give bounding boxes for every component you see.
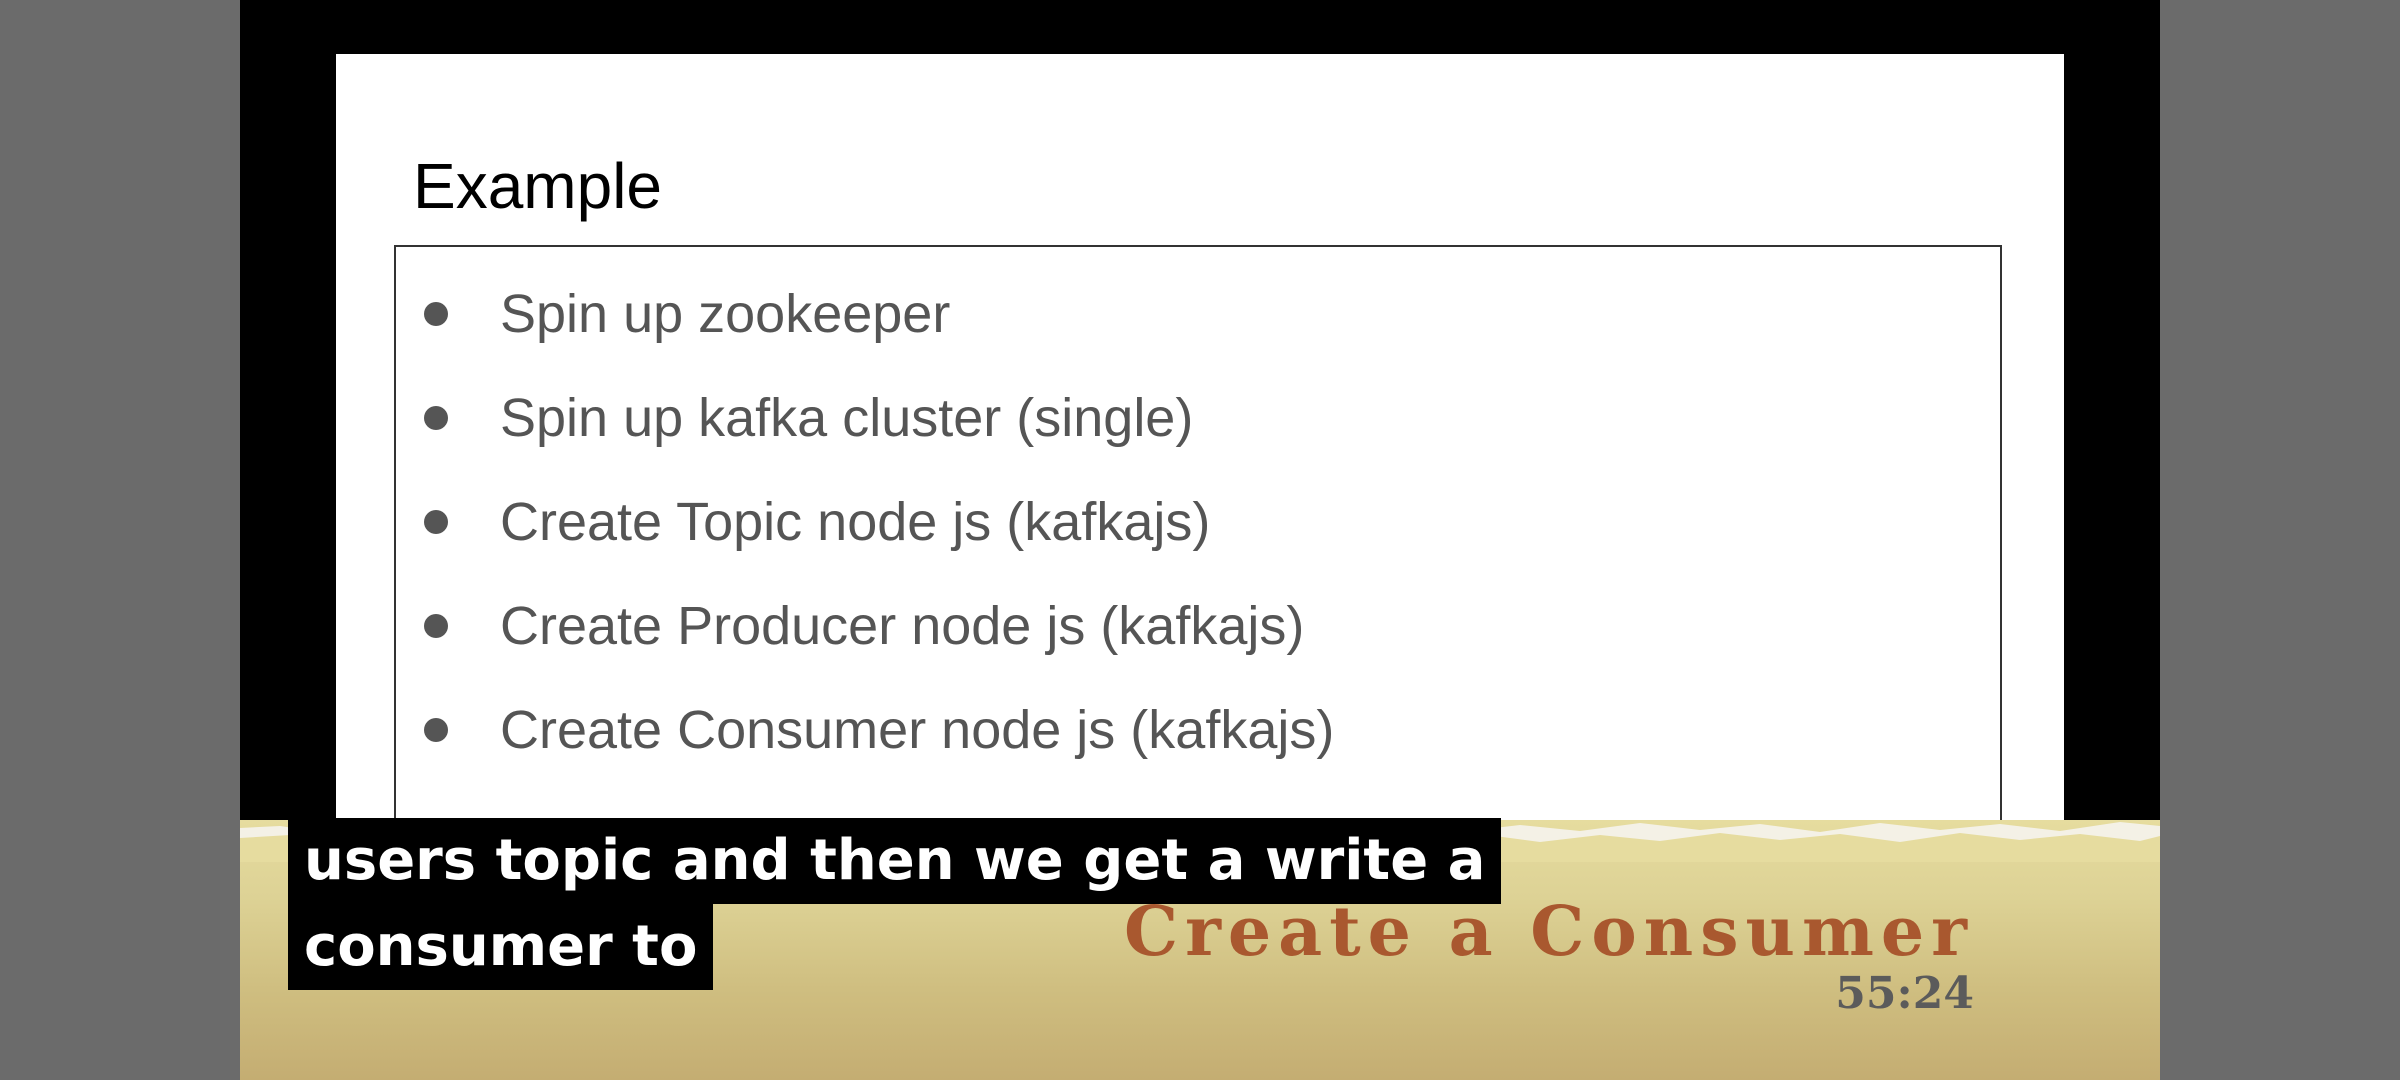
slide-title: Example: [413, 150, 662, 222]
caption-line: users topic and then we get a write a: [288, 818, 1502, 904]
bullet-text: Create Consumer node js (kafkajs): [500, 700, 1335, 760]
bullet-list: Spin up zookeeper Spin up kafka cluster …: [396, 283, 2000, 803]
caption-line: consumer to: [288, 904, 714, 990]
bullet-text: Create Producer node js (kafkajs): [500, 596, 1305, 656]
list-item: Create Consumer node js (kafkajs): [396, 699, 2000, 803]
screen: Example Spin up zookeeper Spin up kafka …: [0, 0, 2400, 1080]
list-item: Spin up zookeeper: [396, 283, 2000, 387]
bullet-text: Spin up zookeeper: [500, 284, 951, 344]
bullet-box: Spin up zookeeper Spin up kafka cluster …: [394, 245, 2002, 885]
presentation-slide: Example Spin up zookeeper Spin up kafka …: [336, 54, 2064, 885]
bullet-text: Spin up kafka cluster (single): [500, 388, 1194, 448]
bullet-dot-icon: [424, 302, 448, 326]
list-item: Spin up kafka cluster (single): [396, 387, 2000, 491]
bullet-dot-icon: [424, 510, 448, 534]
subtitle-captions: users topic and then we get a write a co…: [288, 818, 1502, 990]
list-item: Create Topic node js (kafkajs): [396, 491, 2000, 595]
bullet-text: Create Topic node js (kafkajs): [500, 492, 1211, 552]
video-player[interactable]: Example Spin up zookeeper Spin up kafka …: [240, 0, 2160, 1080]
bullet-dot-icon: [424, 406, 448, 430]
list-item: Create Producer node js (kafkajs): [396, 595, 2000, 699]
bullet-dot-icon: [424, 718, 448, 742]
bullet-dot-icon: [424, 614, 448, 638]
video-timestamp: 55:24: [1835, 968, 1974, 1019]
